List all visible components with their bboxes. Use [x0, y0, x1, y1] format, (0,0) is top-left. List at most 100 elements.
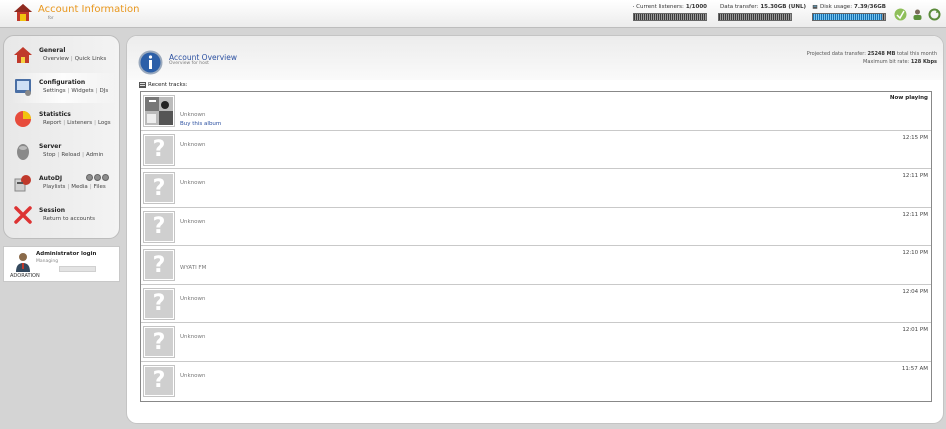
house-icon	[14, 47, 32, 63]
data-transfer-value: 15.30GB (UNL)	[760, 3, 806, 10]
house-logo-icon	[14, 4, 32, 21]
track-time: 12:11 PM	[902, 211, 928, 218]
album-art: ?	[143, 287, 175, 320]
track-row: ? Unknown 12:11 PM	[141, 169, 931, 208]
link-report[interactable]: Report	[43, 120, 61, 126]
album-art	[143, 95, 175, 127]
admin-title: Administrator login	[36, 251, 97, 257]
link-reload[interactable]: Reload	[61, 152, 80, 158]
album-art: ?	[143, 210, 175, 243]
track-row: ? WYATI FM 12:10 PM	[141, 246, 931, 285]
sidebar-nav: General Overview | Quick Links Configurati…	[3, 35, 120, 239]
status-icon[interactable]	[894, 8, 907, 21]
logout-x-icon	[14, 206, 32, 224]
data-transfer-label: Data transfer:	[720, 3, 759, 10]
link-playlists[interactable]: Playlists	[43, 184, 65, 190]
disk-usage-bar	[812, 13, 886, 21]
link-widgets[interactable]: Widgets	[71, 88, 93, 94]
projected-value: 25248 MB	[867, 51, 896, 57]
nav-title-autodj: AutoDJ	[39, 175, 63, 182]
recent-tracks-heading: Recent tracks:	[139, 82, 187, 88]
track-title: Unknown	[180, 295, 206, 302]
track-row: Unknown Buy this album Now playing	[141, 92, 931, 131]
projected-label: Projected data transfer:	[806, 51, 866, 57]
track-title: WYATI FM	[180, 265, 207, 271]
album-art: ?	[143, 249, 175, 281]
server-icon	[17, 144, 29, 160]
track-time: 12:01 PM	[902, 327, 928, 333]
page-subtitle: Overview for host	[169, 61, 209, 66]
track-title: Unknown	[180, 112, 206, 118]
listeners-label: Current listeners:	[636, 3, 684, 10]
disk-usage-meter: Disk usage: 7.39/36GB	[812, 2, 886, 24]
listeners-bar	[633, 13, 707, 21]
link-djs[interactable]: DJs	[100, 88, 109, 94]
track-time: 12:15 PM	[902, 134, 928, 141]
album-art: ?	[143, 364, 175, 397]
admin-login-box: Administrator login Managing ADORATION	[3, 246, 120, 282]
now-playing-label: Now playing	[889, 95, 928, 101]
placeholder-question-icon: ?	[145, 366, 173, 395]
track-row: ? Unknown 12:04 PM	[141, 285, 931, 323]
data-transfer-bar	[718, 13, 792, 21]
projected-suffix: total this month	[897, 51, 937, 57]
refresh-icon[interactable]	[928, 8, 941, 21]
link-media[interactable]: Media	[71, 184, 88, 190]
recent-tracks-label: Recent tracks:	[148, 82, 188, 88]
album-art: ?	[143, 326, 175, 358]
account-icon[interactable]	[911, 8, 924, 21]
track-row: ? Unknown 11:57 AM	[141, 362, 931, 401]
autodj-play-icon[interactable]	[86, 174, 93, 181]
configuration-icon	[15, 79, 31, 96]
placeholder-question-icon: ?	[145, 251, 173, 279]
listeners-value: 1/1000	[685, 3, 707, 10]
listeners-meter: Current listeners: 1/1000	[633, 2, 707, 24]
link-listeners[interactable]: Listeners	[67, 120, 92, 126]
nav-item-server[interactable]: Server Stop | Reload | Admin	[11, 137, 116, 167]
placeholder-question-icon: ?	[145, 135, 173, 164]
link-stop[interactable]: Stop	[43, 152, 56, 158]
placeholder-question-icon: ?	[145, 328, 173, 356]
main-panel: Account Overview Overview for host Proje…	[126, 35, 944, 424]
disk-icon	[812, 4, 818, 9]
nav-title-general: General	[39, 47, 66, 54]
link-return-to-accounts[interactable]: Return to accounts	[43, 216, 95, 222]
nav-item-autodj[interactable]: AutoDJ Playlists | Media | Files	[11, 169, 116, 199]
account-selector[interactable]	[59, 266, 96, 272]
nav-title-server: Server	[39, 143, 62, 150]
autodj-controls	[86, 174, 109, 181]
track-title: Unknown	[180, 141, 206, 148]
link-settings[interactable]: Settings	[43, 88, 66, 94]
nav-item-session[interactable]: Session Return to accounts	[11, 201, 116, 231]
nav-item-general[interactable]: General Overview | Quick Links	[11, 41, 116, 71]
autodj-pause-icon[interactable]	[94, 174, 101, 181]
disk-usage-value: 7.39/36GB	[854, 3, 886, 10]
info-icon	[138, 50, 163, 75]
account-name: ADORATION	[10, 273, 40, 279]
nav-item-statistics[interactable]: Statistics Report | Listeners | Logs	[11, 105, 116, 135]
track-title: Unknown	[180, 218, 206, 225]
track-title: Unknown	[180, 372, 206, 379]
track-row: ? Unknown 12:15 PM	[141, 131, 931, 169]
link-logs[interactable]: Logs	[98, 120, 111, 126]
track-time: 12:10 PM	[902, 250, 928, 256]
tracks-list-icon	[139, 82, 146, 88]
main-header: Account Overview Overview for host Proje…	[127, 36, 943, 80]
nav-item-configuration[interactable]: Configuration Settings | Widgets | DJs	[11, 73, 116, 103]
nav-title-statistics: Statistics	[39, 111, 71, 118]
disk-usage-label: Disk usage:	[820, 3, 853, 10]
link-overview[interactable]: Overview	[43, 56, 69, 62]
placeholder-question-icon: ?	[145, 289, 173, 318]
autodj-stop-icon[interactable]	[102, 174, 109, 181]
track-time: 12:11 PM	[902, 173, 928, 179]
link-admin[interactable]: Admin	[86, 152, 104, 158]
track-row: ? Unknown 12:11 PM	[141, 208, 931, 246]
account-stats: Projected data transfer: 25248 MB total …	[807, 50, 937, 66]
pie-chart-icon	[15, 111, 31, 127]
recent-tracks-list: Unknown Buy this album Now playing ? Unk…	[140, 91, 932, 402]
link-files[interactable]: Files	[94, 184, 106, 190]
buy-album-link[interactable]: Buy this album	[180, 121, 221, 127]
album-art: ?	[143, 172, 175, 204]
link-quick-links[interactable]: Quick Links	[75, 56, 106, 62]
album-art: ?	[143, 133, 175, 166]
